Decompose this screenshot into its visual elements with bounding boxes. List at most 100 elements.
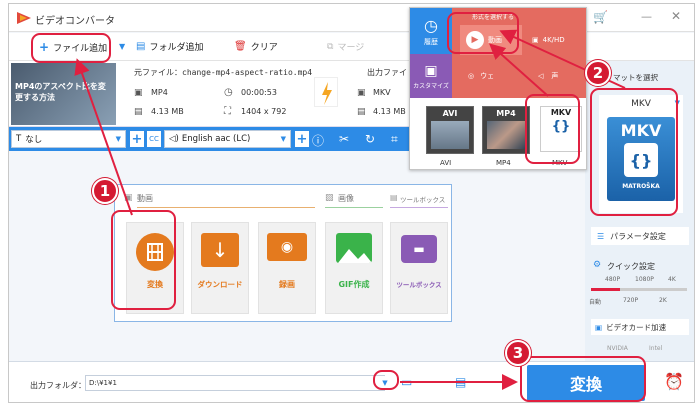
format-mp4[interactable]: MP4 bbox=[482, 106, 530, 154]
clear-label: クリア bbox=[250, 43, 278, 53]
quality-slider[interactable] bbox=[591, 288, 687, 291]
gif-tool-label: GIF作成 bbox=[338, 280, 370, 289]
hd-tab[interactable]: ▣ 4K/HD bbox=[526, 25, 586, 55]
download-tool-label: ダウンロード bbox=[197, 280, 243, 289]
record-tool[interactable]: ◉ 録画 bbox=[258, 222, 316, 314]
audio-tab-label: 声 bbox=[551, 72, 559, 80]
parameter-settings-button[interactable]: ☰ パラメータ設定 bbox=[591, 227, 689, 245]
chevron-down-icon: ▼ bbox=[115, 135, 121, 143]
chrome-icon: ◎ bbox=[468, 72, 475, 80]
highlight-convert-tool bbox=[111, 210, 176, 310]
highlight-convert-button bbox=[520, 356, 646, 402]
add-folder-label: フォルダ追加 bbox=[149, 43, 204, 53]
crop-icon[interactable]: ⌗ bbox=[391, 132, 398, 147]
text-icon: T bbox=[16, 134, 22, 144]
quick-settings-icon: ⚙ bbox=[593, 260, 602, 270]
rotate-icon[interactable]: ↻ bbox=[365, 132, 375, 146]
video-divider bbox=[137, 207, 315, 208]
add-subtitle-button[interactable]: + bbox=[130, 131, 144, 147]
image-category-header: 画像 bbox=[338, 194, 354, 203]
source-file-label: 元ファイル：change-mp4-aspect-ratio.mp4 bbox=[134, 68, 313, 77]
gpu-accel-label: ビデオカード加速 bbox=[606, 322, 667, 332]
scissors-icon[interactable]: ✂ bbox=[339, 132, 349, 146]
subtitle-select[interactable]: T なし ▼ bbox=[11, 130, 126, 148]
clock-icon: ◷ bbox=[224, 87, 233, 98]
chevron-down-icon[interactable]: ▼ bbox=[119, 42, 125, 51]
source-resolution: 1404 x 792 bbox=[241, 107, 287, 116]
toolbox-tool-label: ツールボックス bbox=[396, 281, 442, 289]
add-audio-button[interactable]: + bbox=[295, 131, 309, 147]
output-size: 4.13 MB bbox=[373, 107, 406, 116]
cart-icon[interactable]: 🛒 bbox=[593, 10, 608, 24]
open-folder-icon[interactable]: ▭ bbox=[401, 375, 412, 389]
mp4-thumbnail bbox=[487, 121, 525, 149]
toolbox-category-header: ツールボックス bbox=[400, 196, 446, 204]
output-video-icon: ▣ bbox=[357, 88, 366, 98]
avi-caption: AVI bbox=[440, 159, 452, 167]
output-folder-input[interactable]: D:\¥1¥1 bbox=[85, 375, 385, 391]
hd-icon: ▣ bbox=[532, 36, 539, 44]
source-size: 4.13 MB bbox=[151, 107, 184, 116]
merge-label: マージ bbox=[337, 43, 365, 53]
customize-icon: ▣ bbox=[424, 62, 438, 79]
step-badge-2: 2 bbox=[585, 60, 611, 86]
output-list-icon[interactable]: ▤ bbox=[455, 375, 466, 389]
nvidia-option[interactable]: NVIDIA bbox=[607, 345, 628, 352]
highlight-dropdown bbox=[373, 370, 399, 390]
download-tool[interactable]: ↓ ダウンロード bbox=[191, 222, 249, 314]
history-label: 履歴 bbox=[424, 37, 438, 46]
add-folder-button[interactable]: ▤ フォルダ追加 bbox=[136, 40, 203, 53]
avi-label: AVI bbox=[442, 109, 458, 118]
cc-icon[interactable]: CC bbox=[147, 131, 161, 147]
app-logo bbox=[17, 12, 31, 24]
quick-settings-label: クイック設定 bbox=[607, 262, 655, 271]
audio-tab[interactable]: ◁ 声 bbox=[538, 63, 586, 89]
clear-button[interactable]: 🗑 クリア bbox=[234, 40, 278, 53]
output-folder-label: 出力フォルダ： bbox=[30, 381, 86, 390]
toolbox-category-icon: ▤ bbox=[390, 193, 398, 202]
select-format-label: マットを選択 bbox=[613, 73, 658, 82]
step-badge-3: 3 bbox=[505, 340, 531, 366]
merge-button[interactable]: ⧉ マージ bbox=[327, 40, 365, 54]
toolbox-divider bbox=[390, 207, 448, 208]
format-avi[interactable]: AVI bbox=[426, 106, 474, 154]
history-tab[interactable]: ◷ 履歴 bbox=[410, 8, 452, 54]
toolbox-tool[interactable]: ▬ ツールボックス bbox=[390, 222, 448, 314]
convert-arrow-icon bbox=[314, 77, 338, 107]
res-480p: 480P bbox=[605, 276, 621, 283]
info-icon[interactable]: ⓘ bbox=[312, 132, 324, 149]
minimize-button[interactable]: — bbox=[641, 10, 652, 23]
alarm-icon[interactable]: ⏰ bbox=[664, 372, 684, 391]
web-tab-label: ウェ bbox=[480, 72, 495, 80]
toolbox-icon: ▬ bbox=[401, 235, 437, 263]
chevron-down-icon: ▼ bbox=[280, 135, 286, 143]
speaker-icon: ◁ bbox=[538, 72, 544, 80]
gpu-accel-row: ▣ ビデオカード加速 bbox=[591, 319, 689, 335]
monitor-icon: ◉ bbox=[267, 233, 307, 261]
video-category-icon: ▣ bbox=[124, 193, 133, 203]
image-category-icon: ▨ bbox=[325, 193, 334, 203]
folder-plus-icon: ▤ bbox=[136, 41, 146, 52]
history-icon: ◷ bbox=[424, 15, 438, 35]
avi-thumbnail bbox=[431, 121, 469, 149]
mp4-label: MP4 bbox=[496, 109, 516, 118]
customize-tab[interactable]: ▣ カスタマイズ bbox=[410, 54, 452, 98]
resolution-icon: ⛶ bbox=[224, 106, 231, 117]
parameter-settings-label: パラメータ設定 bbox=[610, 231, 666, 241]
chip-icon: ▣ bbox=[595, 322, 603, 332]
speaker-icon: ◁) bbox=[169, 134, 179, 144]
video-file-icon: ▣ bbox=[134, 88, 143, 98]
hd-tab-label: 4K/HD bbox=[542, 36, 565, 44]
subtitle-value: なし bbox=[25, 135, 43, 145]
output-size-icon: ▤ bbox=[357, 107, 366, 117]
intel-option[interactable]: Intel bbox=[649, 345, 662, 352]
video-thumbnail[interactable]: MP4のアスペクト比を変更する方法 bbox=[11, 63, 116, 125]
close-button[interactable]: ✕ bbox=[671, 9, 681, 23]
source-format: MP4 bbox=[151, 88, 168, 97]
image-icon bbox=[336, 233, 372, 263]
audio-track-select[interactable]: ◁) English aac (LC) ▼ bbox=[164, 130, 291, 148]
web-tab[interactable]: ◎ ウェ bbox=[468, 63, 524, 89]
gif-tool[interactable]: GIF作成 bbox=[325, 222, 383, 314]
highlight-format-card bbox=[590, 88, 678, 216]
video-category-header: 動画 bbox=[137, 194, 153, 203]
